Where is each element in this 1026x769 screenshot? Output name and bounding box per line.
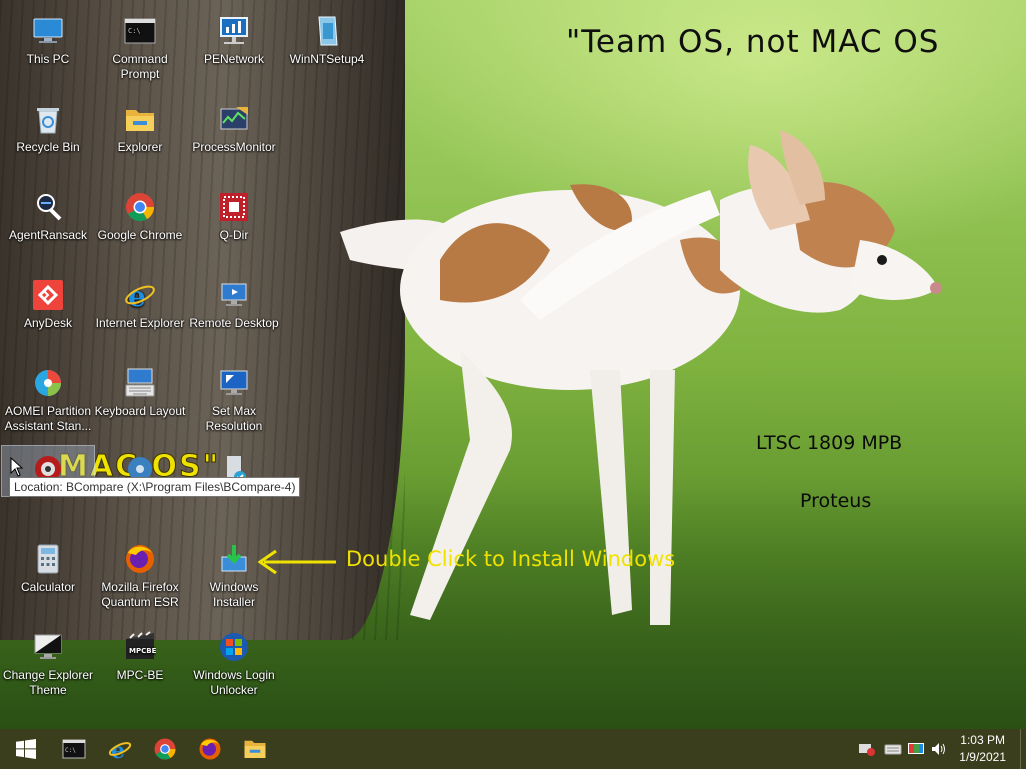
wallpaper-author: Proteus (800, 490, 872, 512)
desktop-icon-recycle-bin[interactable]: Recycle Bin (2, 96, 94, 178)
volume-icon[interactable] (930, 741, 948, 757)
desktop-icon-label: Windows Installer (209, 580, 259, 609)
folder-icon (244, 740, 266, 758)
network-icon[interactable] (858, 741, 876, 757)
desktop-icon-penetwork[interactable]: PENetwork (188, 8, 280, 90)
firefox-icon (124, 543, 156, 575)
taskbar-file-explorer[interactable] (233, 729, 277, 769)
desktop-icon-keyboard-layout[interactable]: Keyboard Layout (94, 360, 186, 442)
desktop-icon-label: Explorer (117, 140, 163, 154)
desktop-icon-mozilla-firefox[interactable]: Mozilla Firefox Quantum ESR (94, 536, 186, 618)
desktop-icon-label: Q-Dir (219, 228, 249, 242)
computer-icon (32, 15, 64, 47)
internet-explorer-icon: e (108, 738, 132, 761)
command-prompt-icon: C:\ (62, 739, 86, 759)
desktop-icon-label: ProcessMonitor (192, 140, 276, 154)
calculator-icon (32, 543, 64, 575)
desktop-icon-calculator[interactable]: Calculator (2, 536, 94, 618)
desktop-icon-label: Remote Desktop (189, 316, 279, 330)
desktop-icon-label: AnyDesk (23, 316, 73, 330)
taskbar-clock[interactable]: 1:03 PM 1/9/2021 (959, 732, 1006, 766)
svg-text:e: e (128, 280, 146, 311)
desktop-icon-set-max-resolution[interactable]: Set Max Resolution (188, 360, 280, 442)
desktop-icon-command-prompt[interactable]: C:\ Command Prompt (94, 8, 186, 90)
svg-text:MPCBE: MPCBE (129, 647, 156, 655)
desktop-icon-label: Change Explorer Theme (2, 668, 94, 697)
windows-logo-icon (218, 631, 250, 663)
chrome-icon (154, 738, 176, 760)
show-desktop-button[interactable] (1020, 729, 1026, 769)
display-icon (218, 367, 250, 399)
taskbar-chrome[interactable] (143, 729, 187, 769)
start-button[interactable] (4, 729, 48, 769)
mpc-be-icon: MPCBE (124, 631, 156, 663)
desktop-icon-agentransack[interactable]: AgentRansack (2, 184, 94, 266)
desktop-icon-explorer[interactable]: Explorer (94, 96, 186, 178)
keyboard-icon (124, 367, 156, 399)
desktop-icon-aomei-partition-assistant[interactable]: AOMEI Partition Assistant Stan... (2, 360, 94, 442)
desktop[interactable]: "Team OS, not MAC OS LTSC 1809 MPB Prote… (0, 0, 1026, 729)
display-icon[interactable] (907, 741, 925, 757)
network-icon (218, 15, 250, 47)
desktop-icon-google-chrome[interactable]: Google Chrome (94, 184, 186, 266)
taskbar-command-prompt[interactable]: C:\ (52, 729, 96, 769)
desktop-icon-change-explorer-theme[interactable]: Change Explorer Theme (2, 624, 94, 706)
taskbar-firefox[interactable] (188, 729, 232, 769)
desktop-icon-winntsetup4[interactable]: WinNTSetup4 (281, 8, 373, 90)
process-monitor-icon (218, 103, 250, 135)
desktop-icon-label: Command Prompt (112, 52, 168, 81)
desktop-icon-label: Windows Login Unlocker (193, 668, 275, 697)
desktop-icon-internet-explorer[interactable]: e Internet Explorer (94, 272, 186, 354)
desktop-icon-remote-desktop[interactable]: Remote Desktop (188, 272, 280, 354)
wallpaper-edition: LTSC 1809 MPB (756, 432, 903, 454)
wallpaper-headline: "Team OS, not MAC OS (566, 24, 940, 60)
desktop-icon-label: WinNTSetup4 (289, 52, 365, 66)
location-tooltip: Location: BCompare (X:\Program Files\BCo… (9, 477, 301, 497)
remote-desktop-icon (218, 279, 250, 311)
agent-ransack-icon (32, 191, 64, 223)
taskbar: C:\ e 1:03 PM 1/9/2021 (0, 729, 1026, 769)
clock-time: 1:03 PM (960, 733, 1005, 747)
setup-icon (311, 15, 343, 47)
anydesk-icon (32, 279, 64, 311)
svg-text:C:\: C:\ (65, 747, 76, 754)
desktop-icon-anydesk[interactable]: AnyDesk (2, 272, 94, 354)
desktop-icon-label: Internet Explorer (95, 316, 185, 330)
desktop-icon-this-pc[interactable]: This PC (2, 8, 94, 90)
firefox-icon (199, 738, 221, 760)
desktop-icon-label: Google Chrome (97, 228, 183, 242)
desktop-icon-processmonitor[interactable]: ProcessMonitor (188, 96, 280, 178)
folder-icon (124, 103, 156, 135)
chrome-icon (124, 191, 156, 223)
keyboard-icon[interactable] (884, 741, 902, 757)
desktop-icon-label: MPC-BE (116, 668, 164, 682)
desktop-icon-label: Recycle Bin (16, 140, 80, 154)
desktop-icon-label: Calculator (20, 580, 76, 594)
command-prompt-icon: C:\ (124, 15, 156, 47)
desktop-icon-label: Mozilla Firefox Quantum ESR (101, 580, 179, 609)
install-hint-text: Double Click to Install Windows (346, 547, 676, 571)
desktop-icon-label: Keyboard Layout (94, 404, 186, 418)
internet-explorer-icon: e (124, 279, 156, 311)
q-dir-icon (218, 191, 250, 223)
desktop-icon-label: AOMEI Partition Assistant Stan... (4, 404, 92, 433)
installer-icon (218, 543, 250, 575)
desktop-icon-label: Set Max Resolution (205, 404, 263, 433)
theme-icon (32, 631, 64, 663)
desktop-icon-label: This PC (26, 52, 70, 66)
aomei-icon (32, 367, 64, 399)
desktop-icon-q-dir[interactable]: Q-Dir (188, 184, 280, 266)
desktop-icon-label: PENetwork (203, 52, 265, 66)
desktop-icon-windows-login-unlocker[interactable]: Windows Login Unlocker (188, 624, 280, 706)
desktop-icon-mpc-be[interactable]: MPCBE MPC-BE (94, 624, 186, 706)
desktop-icon-windows-installer[interactable]: Windows Installer (188, 536, 280, 618)
mouse-cursor-icon (10, 457, 24, 477)
taskbar-internet-explorer[interactable]: e (98, 729, 142, 769)
clock-date: 1/9/2021 (959, 750, 1006, 764)
desktop-icon-label: AgentRansack (8, 228, 88, 242)
recycle-bin-icon (32, 103, 64, 135)
svg-text:C:\: C:\ (128, 27, 141, 35)
windows-start-icon (16, 739, 36, 759)
